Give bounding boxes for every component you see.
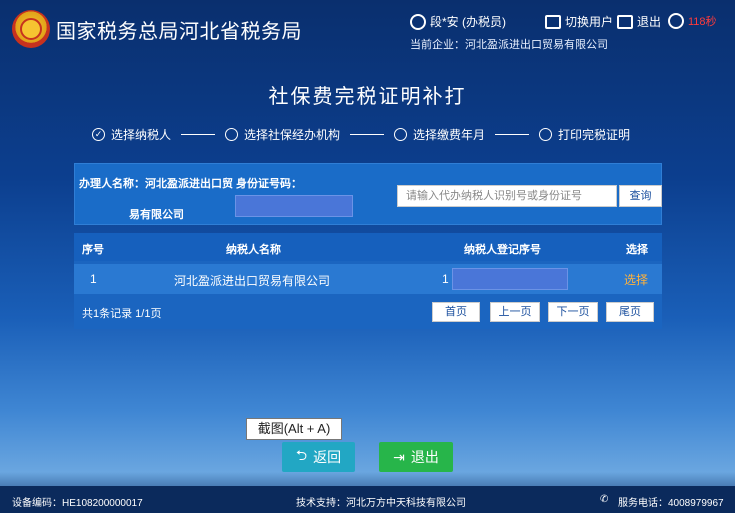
col-reg-no: 纳税人登记序号: [464, 244, 541, 256]
prev-page-button[interactable]: 上一页: [490, 302, 540, 322]
screenshot-tooltip: 截图(Alt + A): [246, 418, 342, 440]
step-select-taxpayer: ✓ 选择纳税人: [92, 126, 171, 143]
step-connector: [350, 134, 385, 135]
phone-icon: ✆: [600, 494, 609, 505]
search-input[interactable]: 请输入代办纳税人识别号或身份证号: [397, 185, 617, 207]
brand-title: 国家税务总局河北省税务局: [56, 21, 302, 43]
session-timer: 118秒: [668, 13, 717, 29]
table-header: 序号 纳税人名称 纳税人登记序号 选择: [74, 233, 662, 261]
header: 国家税务总局河北省税务局 段*安 (办税员) 当前企业：河北盈派进出口贸易有限公…: [0, 0, 735, 60]
step-connector: [181, 134, 216, 135]
logout-icon: [617, 14, 633, 29]
taxpayer-table: 序号 纳税人名称 纳税人登记序号 选择 1 河北盈派进出口贸易有限公司 1 选择…: [74, 233, 662, 329]
switch-user-button[interactable]: 切换用户: [545, 13, 613, 30]
current-enterprise: 当前企业：河北盈派进出口贸易有限公司: [410, 39, 608, 51]
id-number-masked: [235, 195, 353, 217]
agent-label-continued: 易有限公司: [129, 209, 184, 221]
circle-icon: [394, 128, 408, 141]
table-row[interactable]: 1 河北盈派进出口贸易有限公司 1 选择: [74, 264, 662, 294]
circle-icon: [225, 128, 239, 141]
row-index: 1: [90, 272, 97, 286]
circle-icon: [539, 128, 553, 141]
footer-bar: 设备编码：HE108200000017 技术支持：河北万方中天科技有限公司 ✆ …: [0, 486, 735, 513]
col-select: 选择: [626, 244, 648, 256]
table-pager: 共1条记录 1/1页 首页 上一页 下一页 尾页: [74, 299, 662, 327]
exit-button[interactable]: ⇥ 退出: [379, 442, 453, 472]
reg-no-masked: [452, 268, 568, 290]
user-name: 段*安 (办税员): [430, 15, 506, 29]
agent-label: 办理人名称：河北盈派进出口贸 身份证号码：: [79, 178, 303, 190]
next-page-button[interactable]: 下一页: [548, 302, 598, 322]
step-connector: [495, 134, 530, 135]
clock-icon: [668, 13, 684, 29]
search-button[interactable]: 查询: [619, 185, 662, 207]
tech-support: 技术支持：河北万方中天科技有限公司: [296, 498, 466, 509]
step-select-month: 选择缴费年月: [394, 126, 485, 143]
step-print-certificate: 打印完税证明: [539, 126, 630, 143]
col-index: 序号: [82, 244, 104, 256]
check-icon: ✓: [92, 128, 105, 141]
back-button[interactable]: ⮌ 返回: [282, 442, 355, 472]
agent-info-panel: 办理人名称：河北盈派进出口贸 身份证号码： 易有限公司 请输入代办纳税人识别号或…: [74, 163, 662, 225]
step-select-agency: 选择社保经办机构: [225, 126, 340, 143]
first-page-button[interactable]: 首页: [432, 302, 480, 322]
back-arrow-icon: ⮌: [295, 447, 308, 463]
switch-user-icon: [545, 14, 561, 29]
record-summary: 共1条记录 1/1页: [82, 308, 162, 320]
exit-icon: ⇥: [393, 448, 405, 465]
last-page-button[interactable]: 尾页: [606, 302, 654, 322]
page-title: 社保费完税证明补打: [268, 86, 467, 108]
service-phone: 服务电话：4008979967: [618, 498, 724, 509]
row-name: 河北盈派进出口贸易有限公司: [174, 274, 331, 288]
col-name: 纳税人名称: [226, 244, 281, 256]
timer-value: 118秒: [688, 16, 717, 28]
current-user: 段*安 (办税员): [410, 13, 506, 30]
logout-button[interactable]: 退出: [617, 13, 661, 30]
device-code: 设备编码：HE108200000017: [12, 498, 143, 509]
row-reg-no: 1: [442, 272, 449, 286]
user-icon: [410, 13, 426, 30]
tax-emblem-logo: [12, 10, 50, 48]
select-link[interactable]: 选择: [624, 271, 648, 288]
step-indicator: ✓ 选择纳税人 选择社保经办机构 选择缴费年月 打印完税证明: [92, 126, 630, 143]
